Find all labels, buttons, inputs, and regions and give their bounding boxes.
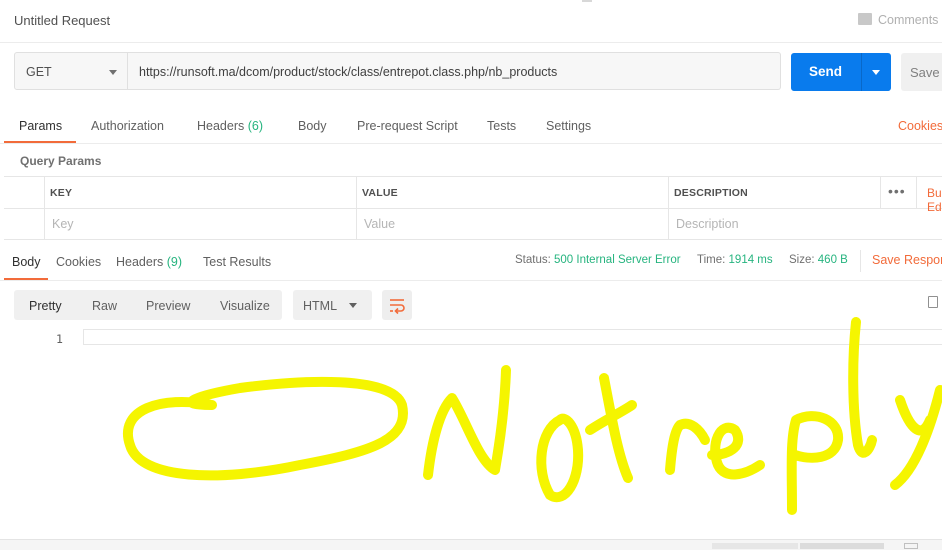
column-value: VALUE [362,187,398,199]
tab-active-indicator [4,141,76,143]
save-response-button[interactable]: Save Response [872,253,942,267]
tab-authorization[interactable]: Authorization [91,119,164,133]
size-label: Size: [789,254,815,266]
view-visualize[interactable]: Visualize [220,299,270,313]
column-key: KEY [50,187,73,199]
column-divider [880,177,881,208]
status-value[interactable]: 500 Internal Server Error [554,254,681,266]
value-input[interactable]: Value [364,217,395,231]
comments-button[interactable]: Comments [858,13,938,27]
window-edge [582,0,592,2]
tab-headers[interactable]: Headers (6) [197,119,263,133]
tab-tests[interactable]: Tests [487,119,516,133]
url-text: https://runsoft.ma/dcom/product/stock/cl… [139,65,558,79]
comments-label: Comments [878,13,939,27]
response-tab-headers-count: (9) [166,255,183,269]
wrap-lines-button[interactable] [382,290,412,320]
column-description: DESCRIPTION [674,187,748,199]
key-input[interactable]: Key [52,217,74,231]
column-divider [356,177,357,239]
response-tab-body[interactable]: Body [12,255,41,269]
format-label: HTML [303,299,338,313]
scribble-letter-p [786,411,844,515]
response-tab-headers-label: Headers [116,255,164,269]
column-divider [668,177,669,239]
tab-pre-request-script[interactable]: Pre-request Script [357,119,458,133]
size-value[interactable]: 460 B [818,254,848,266]
line-number: 1 [56,332,63,346]
chevron-down-icon [349,303,357,308]
status-readout: Status: 500 Internal Server Error [515,254,681,266]
scribble-letter-o [536,413,584,503]
tab-headers-count: (6) [247,119,264,133]
method-select[interactable]: GET [14,52,128,90]
more-options-icon[interactable]: ••• [888,183,906,199]
title-bar: Untitled Request Comments [0,0,942,43]
send-label: Send [809,64,843,79]
query-params-title: Query Params [20,154,102,168]
scribble-letter-y [890,385,942,490]
send-button[interactable]: Send [791,53,891,91]
send-divider [861,53,862,91]
response-tab-indicator [4,278,48,280]
send-options-chevron-down-icon[interactable] [872,70,880,75]
time-readout: Time: 1914 ms [697,254,773,266]
status-label: Status: [515,254,551,266]
wrap-lines-icon [390,299,405,315]
code-editor-line[interactable] [83,329,942,345]
column-divider [44,177,45,239]
request-tabs: Params Authorization Headers (6) Body Pr… [0,104,942,144]
scribble-letter-n [423,365,511,480]
chevron-down-icon [109,70,117,75]
time-label: Time: [697,254,726,266]
layout-toggle-icon[interactable] [904,543,918,549]
status-bar-item[interactable] [800,543,884,549]
scribble-letter-e [707,422,765,480]
format-select[interactable]: HTML [293,290,372,320]
tab-params[interactable]: Params [19,119,62,133]
save-button[interactable]: Save [901,53,942,91]
column-divider [916,177,917,208]
size-readout: Size: 460 B [789,254,848,266]
tab-settings[interactable]: Settings [546,119,591,133]
request-title[interactable]: Untitled Request [14,13,110,28]
url-input[interactable]: https://runsoft.ma/dcom/product/stock/cl… [128,52,781,90]
description-input[interactable]: Description [676,217,739,231]
scribble-letter-r [665,418,710,475]
status-bar-item[interactable] [712,543,798,549]
tab-headers-label: Headers [197,119,245,133]
view-pretty[interactable]: Pretty [29,299,62,313]
time-value[interactable]: 1914 ms [729,254,773,266]
cookies-link[interactable]: Cookies [898,119,942,133]
comment-icon [858,13,872,25]
view-mode-segmented: Pretty Raw Preview Visualize [14,290,282,320]
copy-icon[interactable] [928,296,938,308]
response-tab-test-results[interactable]: Test Results [203,255,271,269]
method-label: GET [26,65,52,79]
save-label: Save [910,65,940,80]
bulk-edit-link[interactable]: Bulk Edit [927,186,942,214]
scribble-letter-t [585,373,637,483]
params-table: KEY VALUE DESCRIPTION ••• Bulk Edit Key … [4,176,942,240]
meta-divider [860,250,861,272]
view-preview[interactable]: Preview [146,299,190,313]
response-tab-cookies[interactable]: Cookies [56,255,101,269]
params-header-row [4,177,942,209]
tab-body[interactable]: Body [298,119,327,133]
scribble-oval [123,376,408,481]
response-tabs: Body Cookies Headers (9) Test Results St… [0,244,942,281]
response-tab-headers[interactable]: Headers (9) [116,255,182,269]
view-raw[interactable]: Raw [92,299,117,313]
